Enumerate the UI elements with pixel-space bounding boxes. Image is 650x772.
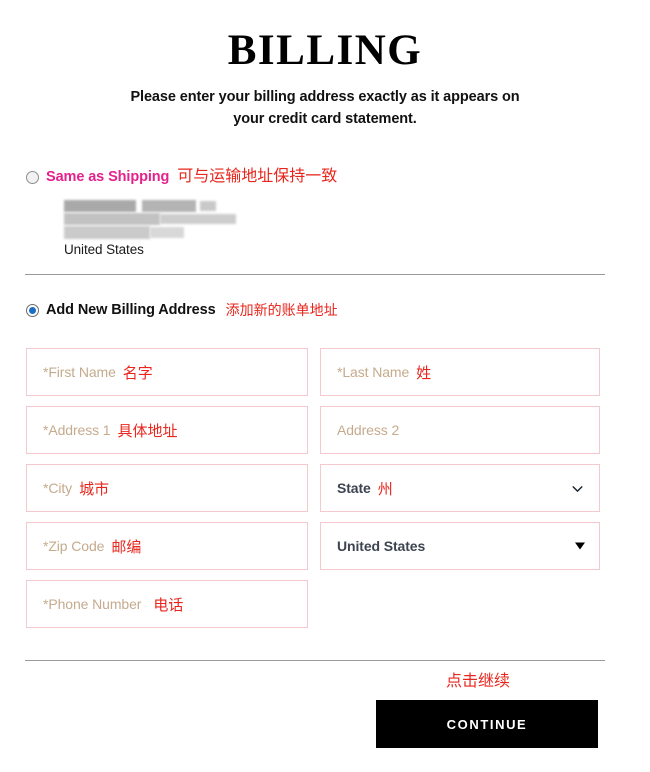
- redacted-line-2a: [64, 213, 160, 225]
- redacted-line-2b: [160, 214, 236, 224]
- continue-annotation: 点击继续: [445, 673, 510, 690]
- zip-code-annotation: 邮编: [111, 538, 142, 556]
- last-name-input[interactable]: *Last Name 姓: [320, 348, 600, 396]
- radio-same-as-shipping[interactable]: [26, 170, 39, 184]
- address2-placeholder: Address 2: [337, 422, 400, 438]
- country-value: United States: [337, 538, 426, 554]
- label-same-as-shipping: Same as Shipping: [46, 169, 170, 185]
- billing-page: BILLING Please enter your billing addres…: [0, 0, 650, 772]
- redacted-line-3b: [150, 227, 184, 238]
- zip-code-input[interactable]: *Zip Code 邮编: [26, 522, 308, 570]
- last-name-annotation: 姓: [416, 364, 432, 382]
- divider-bottom: [25, 660, 605, 661]
- redacted-line-1c: [200, 201, 216, 211]
- shipping-address-country: United States: [64, 242, 144, 257]
- city-placeholder: *City: [43, 480, 73, 496]
- option-same-as-shipping[interactable]: Same as Shipping 可与运输地址保持一致: [26, 168, 606, 186]
- annotation-add-new-billing-address: 添加新的账单地址: [225, 302, 338, 318]
- divider-top: [25, 274, 605, 275]
- phone-number-input[interactable]: *Phone Number 电话: [26, 580, 308, 628]
- zip-code-placeholder: *Zip Code: [43, 538, 105, 554]
- continue-button[interactable]: CONTINUE: [376, 700, 598, 748]
- redacted-line-3a: [64, 226, 150, 239]
- chevron-down-icon: [572, 483, 583, 494]
- radio-add-new-billing-address[interactable]: [26, 303, 39, 317]
- annotation-same-as-shipping: 可与运输地址保持一致: [177, 168, 338, 185]
- address1-input[interactable]: *Address 1 具体地址: [26, 406, 308, 454]
- phone-number-placeholder: *Phone Number: [43, 596, 142, 612]
- state-select[interactable]: State 州: [320, 464, 600, 512]
- city-input[interactable]: *City 城市: [26, 464, 308, 512]
- caret-down-icon: [575, 542, 585, 550]
- radio-row-add-new[interactable]: Add New Billing Address 添加新的账单地址: [26, 301, 606, 319]
- last-name-placeholder: *Last Name: [337, 364, 410, 380]
- phone-number-annotation: 电话: [153, 596, 184, 614]
- page-subtitle: Please enter your billing address exactl…: [130, 89, 520, 127]
- redacted-address-block: [64, 200, 236, 242]
- first-name-annotation: 名字: [122, 364, 153, 382]
- address2-input[interactable]: Address 2: [320, 406, 600, 454]
- radio-row-same-as-shipping[interactable]: Same as Shipping 可与运输地址保持一致: [26, 168, 606, 186]
- first-name-placeholder: *First Name: [43, 364, 116, 380]
- address1-placeholder: *Address 1: [43, 422, 111, 438]
- page-title: BILLING: [227, 27, 423, 74]
- state-placeholder: State: [337, 480, 371, 496]
- redacted-line-1a: [64, 200, 136, 212]
- redacted-line-1b: [142, 200, 196, 212]
- label-add-new-billing-address: Add New Billing Address: [46, 302, 216, 318]
- country-select[interactable]: United States: [320, 522, 600, 570]
- city-annotation: 城市: [79, 480, 110, 498]
- state-annotation: 州: [377, 480, 393, 498]
- first-name-input[interactable]: *First Name 名字: [26, 348, 308, 396]
- option-add-new-billing-address[interactable]: Add New Billing Address 添加新的账单地址: [26, 301, 606, 319]
- address1-annotation: 具体地址: [117, 422, 178, 440]
